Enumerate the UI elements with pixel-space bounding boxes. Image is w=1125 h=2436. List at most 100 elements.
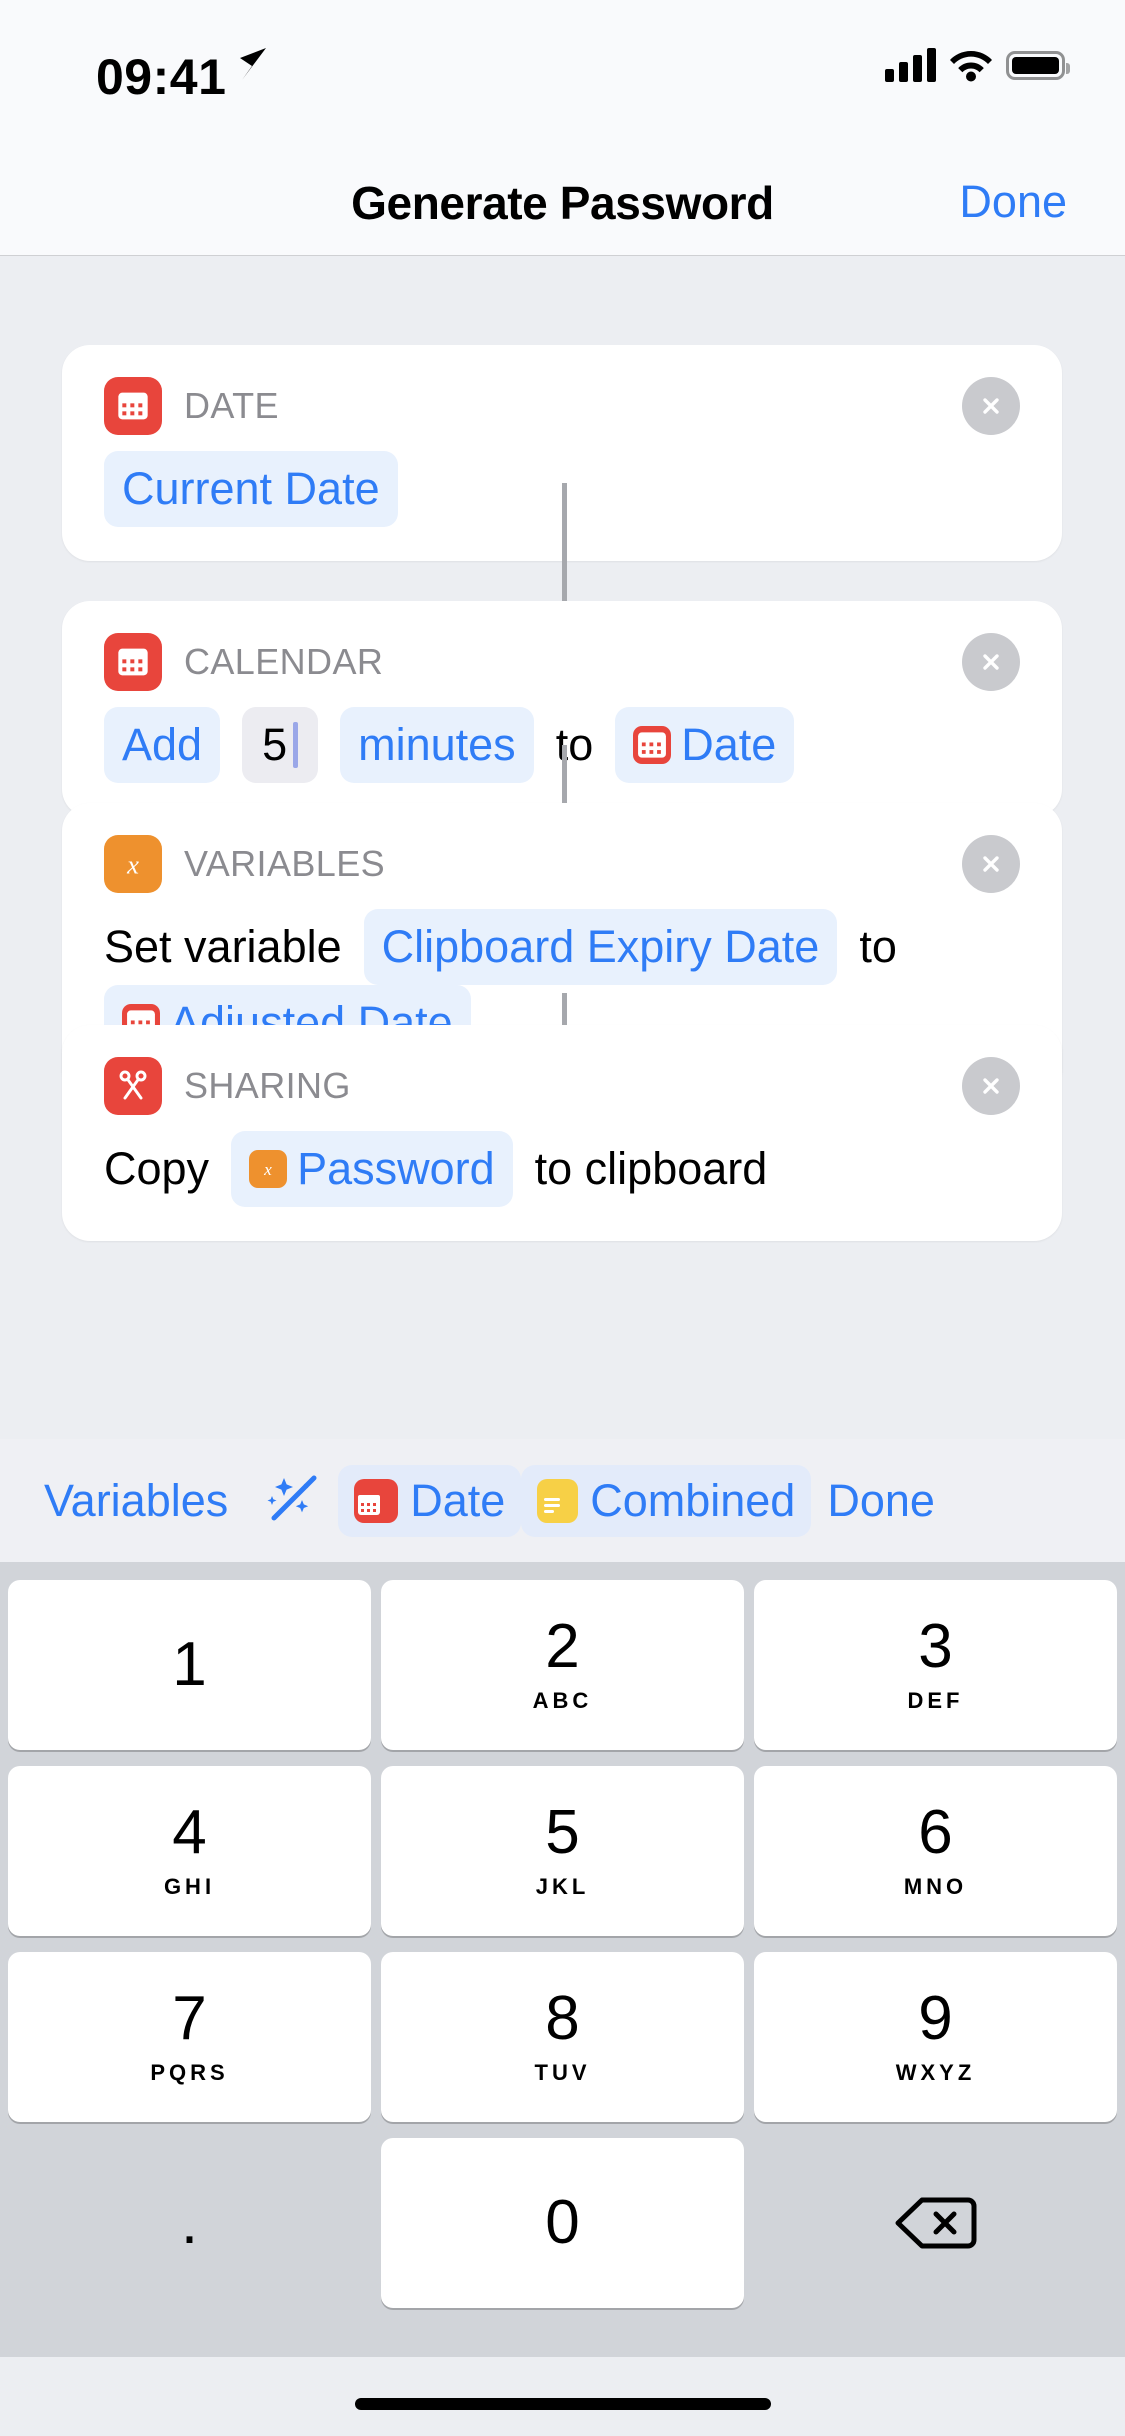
number-input-field[interactable]: 5 — [242, 707, 319, 783]
keypad-key-letters: GHI — [163, 1874, 216, 1899]
keypad-key-number: 9 — [918, 1984, 953, 2053]
status-bar-time: 09:41 — [96, 49, 227, 105]
calendar-icon — [354, 1478, 399, 1523]
keypad-key-letters: ABC — [532, 1688, 593, 1713]
keypad-key-letters: TUV — [534, 2060, 591, 2085]
action-connector-line — [562, 745, 567, 803]
magic-wand-icon — [267, 1475, 317, 1520]
keypad-key-number: 8 — [545, 1984, 580, 2053]
keypad-key-4[interactable]: 4 GHI — [8, 1766, 371, 1936]
keypad-key-7[interactable]: 7 PQRS — [8, 1952, 371, 2122]
keypad-key-9[interactable]: 9 WXYZ — [754, 1952, 1117, 2122]
keypad-key-letters: WXYZ — [895, 2060, 976, 2085]
action-card-header: CALENDAR — [62, 601, 1062, 691]
parameter-pill[interactable]: Current Date — [104, 451, 398, 527]
action-card-header: x VARIABLES — [62, 803, 1062, 893]
parameter-static-text: to clipboard — [534, 1143, 768, 1194]
status-bar-indicators — [885, 48, 1070, 82]
keypad-key-number: 2 — [545, 1612, 580, 1681]
action-card[interactable]: SHARING Copy x Password to clipboard — [62, 1025, 1062, 1241]
action-category-label: SHARING — [184, 1065, 351, 1106]
keypad-key-number: 4 — [172, 1798, 207, 1867]
close-icon[interactable] — [962, 377, 1020, 435]
keypad-grid: 1 2 ABC 3 DEF 4 GHI 5 JKL 6 MNO 7 PQRS 8 TUV 9 WXYZ. 0 — [0, 1580, 1125, 2308]
signal-bars-icon — [885, 48, 936, 82]
keypad-key-decimal[interactable]: . — [8, 2138, 371, 2308]
keypad-key-8[interactable]: 8 TUV — [381, 1952, 744, 2122]
parameter-pill[interactable]: x Password — [231, 1131, 513, 1207]
toolbar-combined-chip[interactable]: Combined — [521, 1464, 812, 1537]
status-bar: 09:41 — [0, 0, 1125, 132]
keypad-key-0[interactable]: 0 — [381, 2138, 744, 2308]
keypad-decimal-label: . — [180, 2188, 199, 2257]
toolbar-magic-variable-button[interactable] — [244, 1460, 338, 1542]
navigation-bar: Generate Password Done — [0, 132, 1125, 256]
parameter-pill[interactable]: Clipboard Expiry Date — [363, 909, 838, 985]
parameter-pill[interactable]: minutes — [340, 707, 534, 783]
action-category-label: CALENDAR — [184, 641, 384, 682]
delete-backward-icon[interactable] — [754, 2138, 1117, 2308]
close-icon[interactable] — [962, 633, 1020, 691]
action-card-header: DATE — [62, 345, 1062, 435]
parameter-pill-label: minutes — [358, 719, 516, 770]
parameter-static-text: to — [859, 921, 897, 972]
parameter-static-text: Copy — [104, 1143, 210, 1194]
action-card-header: SHARING — [62, 1025, 1062, 1115]
home-indicator — [354, 2398, 771, 2410]
svg-text:x: x — [126, 849, 139, 879]
variable-x-icon: x — [104, 835, 162, 893]
location-arrow-icon — [240, 48, 266, 80]
calendar-icon — [104, 377, 162, 435]
keypad-key-number: 7 — [172, 1984, 207, 2053]
toolbar-combined-label: Combined — [590, 1474, 796, 1526]
nav-done-button[interactable]: Done — [959, 176, 1067, 228]
number-input-value: 5 — [262, 719, 288, 770]
parameter-pill-label: Clipboard Expiry Date — [381, 921, 820, 972]
parameter-pill[interactable]: Add — [104, 707, 221, 783]
iphone-screen: 09:41 Generate Password Done DATE Current… — [0, 0, 1125, 2436]
action-connector-line — [562, 993, 567, 1025]
action-connector-line — [562, 483, 567, 601]
action-category-label: VARIABLES — [184, 843, 386, 884]
page-title: Generate Password — [351, 177, 774, 229]
keypad-key-3[interactable]: 3 DEF — [754, 1580, 1117, 1750]
close-icon[interactable] — [962, 835, 1020, 893]
keypad-key-number: 0 — [545, 2188, 580, 2257]
action-parameters: Copy x Password to clipboard — [62, 1115, 1062, 1241]
keypad-key-2[interactable]: 2 ABC — [381, 1580, 744, 1750]
text-cursor — [293, 721, 299, 768]
shortcut-action-list[interactable]: DATE Current Date CALENDAR Add 5 minutes to Dat… — [0, 256, 1125, 1439]
toolbar-done-button[interactable]: Done — [811, 1465, 951, 1537]
toolbar-variables-label: Variables — [44, 1474, 229, 1526]
action-category-label: DATE — [184, 385, 279, 426]
parameter-pill[interactable]: Date — [615, 707, 795, 783]
scissors-icon — [104, 1057, 162, 1115]
parameter-pill-label: Date — [681, 719, 777, 770]
close-icon[interactable] — [962, 1057, 1020, 1115]
keypad-key-number: 3 — [918, 1612, 953, 1681]
svg-text:x: x — [263, 1160, 272, 1179]
keypad-key-1[interactable]: 1 — [8, 1580, 371, 1750]
toolbar-date-chip[interactable]: Date — [338, 1464, 522, 1537]
battery-full-icon — [1006, 50, 1070, 80]
numeric-keypad[interactable]: 1 2 ABC 3 DEF 4 GHI 5 JKL 6 MNO 7 PQRS 8 TUV 9 WXYZ. 0 — [0, 1562, 1125, 2357]
parameter-pill-label: Add — [122, 719, 203, 770]
keypad-key-letters: DEF — [907, 1688, 964, 1713]
parameter-pill-label: Current Date — [122, 463, 380, 514]
calendar-icon — [104, 633, 162, 691]
keypad-key-6[interactable]: 6 MNO — [754, 1766, 1117, 1936]
parameter-static-text: Set variable — [104, 921, 342, 972]
calendar-icon — [633, 725, 672, 764]
toolbar-variables-button[interactable]: Variables — [28, 1465, 244, 1537]
keypad-key-5[interactable]: 5 JKL — [381, 1766, 744, 1936]
keypad-key-letters: PQRS — [150, 2060, 229, 2085]
parameter-pill-label: Password — [297, 1143, 495, 1194]
